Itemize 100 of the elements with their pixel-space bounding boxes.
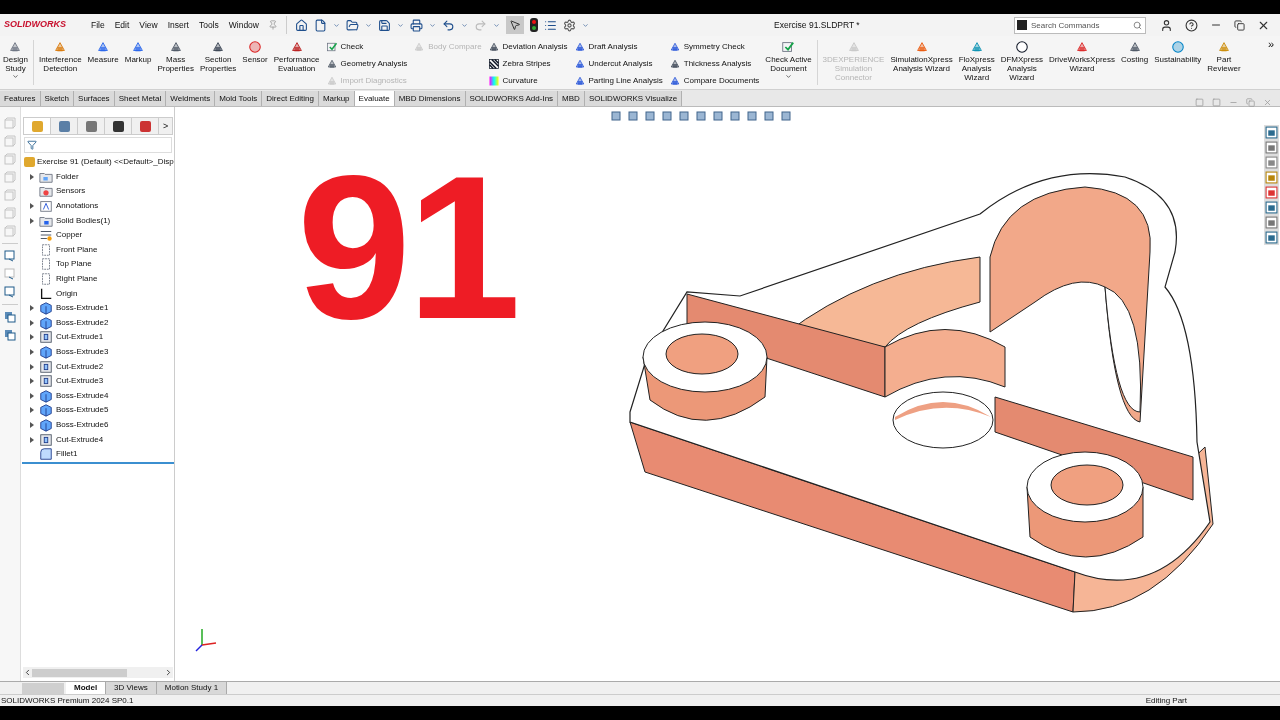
expand-arrow-icon[interactable] xyxy=(30,349,34,355)
task-pane-icon[interactable] xyxy=(1265,171,1278,184)
ribbon-command[interactable]: Compare Documents xyxy=(668,74,760,87)
list-icon[interactable] xyxy=(544,18,557,32)
ribbon-command[interactable]: Parting Line Analysis xyxy=(573,74,663,87)
ribbon-command[interactable]: Deviation Analysis xyxy=(487,40,568,53)
view-tool-icon[interactable] xyxy=(627,110,639,122)
menu-item[interactable]: Insert xyxy=(162,18,194,32)
ribbon-command[interactable]: Symmetry Check xyxy=(668,40,760,53)
tree-item[interactable]: Copper xyxy=(56,229,83,242)
menu-item[interactable]: Tools xyxy=(193,18,224,32)
select-button[interactable] xyxy=(506,16,524,34)
command-tab[interactable]: Weldments xyxy=(166,91,216,106)
tree-item[interactable]: Sensors xyxy=(56,185,86,198)
ribbon-command[interactable]: Geometry Analysis xyxy=(325,57,408,70)
command-tab[interactable]: SOLIDWORKS Visualize xyxy=(584,91,683,106)
command-tab[interactable]: Evaluate xyxy=(354,91,395,106)
model-tab[interactable]: Motion Study 1 xyxy=(156,682,228,694)
tree-item[interactable]: Front Plane xyxy=(56,243,98,256)
tree-item[interactable]: Boss-Extrude2 xyxy=(56,316,109,329)
ribbon-button[interactable]: Check Active Document xyxy=(762,40,815,80)
ribbon-command[interactable]: Undercut Analysis xyxy=(573,57,663,70)
tree-item[interactable]: Boss-Extrude1 xyxy=(56,302,109,315)
scrollbar-thumb[interactable] xyxy=(32,668,127,677)
view-tool-icon[interactable] xyxy=(712,110,724,122)
command-tab[interactable]: Features xyxy=(0,91,41,106)
ribbon-button[interactable]: Interference Detection xyxy=(35,40,85,73)
command-tab[interactable]: Surfaces xyxy=(74,91,115,106)
search-field[interactable]: Search Commands xyxy=(1014,16,1146,34)
ribbon-button[interactable]: Part Reviewer xyxy=(1204,40,1244,73)
menu-item[interactable]: File xyxy=(86,18,110,32)
traffic-light-icon[interactable] xyxy=(530,18,538,32)
tree-item[interactable]: Cut-Extrude2 xyxy=(56,360,104,373)
print-icon[interactable] xyxy=(410,18,423,32)
task-pane-icon[interactable] xyxy=(1265,156,1278,169)
command-tab[interactable]: MBD xyxy=(558,91,585,106)
tree-item[interactable]: Fillet1 xyxy=(56,448,78,461)
task-pane-icon[interactable] xyxy=(1265,201,1278,214)
open-folder-icon[interactable] xyxy=(346,18,359,32)
tree-item[interactable]: Boss-Extrude6 xyxy=(56,419,109,431)
tree-item[interactable]: Boss-Extrude5 xyxy=(56,404,109,417)
task-pane-icon[interactable] xyxy=(1265,186,1278,199)
task-pane-icon[interactable] xyxy=(1265,141,1278,154)
ribbon-command[interactable]: Thickness Analysis xyxy=(668,57,760,70)
expand-arrow-icon[interactable] xyxy=(30,436,34,443)
ribbon-button[interactable]: Sensor xyxy=(239,40,271,64)
tree-item[interactable]: Cut-Extrude1 xyxy=(56,331,104,344)
ribbon-button[interactable]: Costing xyxy=(1118,40,1152,64)
more-button[interactable]: » xyxy=(1267,40,1274,49)
caret-icon[interactable] xyxy=(461,21,468,29)
tree-item[interactable]: Exercise 91 (Default) <<Default>_Disp xyxy=(22,155,174,170)
view-tool-icon[interactable] xyxy=(644,110,656,122)
view-tool-icon[interactable] xyxy=(695,110,707,122)
help-icon[interactable] xyxy=(1185,18,1198,32)
model-tab[interactable]: Model xyxy=(66,682,107,694)
ribbon-button[interactable]: Measure xyxy=(84,40,122,64)
command-tab[interactable]: Mold Tools xyxy=(215,91,263,106)
menu-item[interactable]: Window xyxy=(223,18,264,32)
caret-icon[interactable] xyxy=(582,21,589,29)
expand-arrow-icon[interactable] xyxy=(30,407,34,414)
sketch-tool-icon[interactable] xyxy=(4,250,16,262)
filter-icon[interactable] xyxy=(27,140,37,150)
caret-icon[interactable] xyxy=(11,73,19,80)
caret-icon[interactable] xyxy=(493,21,500,29)
home-icon[interactable] xyxy=(295,18,308,32)
expand-arrow-icon[interactable] xyxy=(30,422,34,428)
view-tool-icon[interactable] xyxy=(780,110,792,122)
tree-item[interactable]: Origin xyxy=(56,287,78,300)
undo-icon[interactable] xyxy=(442,18,455,32)
command-tab[interactable]: Sheet Metal xyxy=(114,91,167,106)
ribbon-command[interactable]: Check xyxy=(325,40,408,53)
settings-icon[interactable] xyxy=(563,18,576,32)
view-tool-icon[interactable] xyxy=(610,110,622,122)
ribbon-command[interactable]: Curvature xyxy=(487,74,568,87)
caret-icon[interactable] xyxy=(429,21,436,29)
task-pane-icon[interactable] xyxy=(1265,216,1278,229)
expand-arrow-icon[interactable] xyxy=(30,363,34,370)
ribbon-command[interactable]: Draft Analysis xyxy=(573,40,663,53)
ribbon-button[interactable]: Performance Evaluation xyxy=(270,40,323,73)
sketch-tool-icon[interactable] xyxy=(4,286,16,298)
tree-item[interactable]: Cut-Extrude4 xyxy=(56,433,104,446)
tree-item[interactable]: Folder xyxy=(56,170,79,183)
ribbon-button[interactable]: DriveWorksXpress Wizard xyxy=(1045,40,1118,73)
account-icon[interactable] xyxy=(1160,18,1173,32)
ribbon-button[interactable]: FloXpress Analysis Wizard xyxy=(955,40,998,82)
view-tool-icon[interactable] xyxy=(661,110,673,122)
ribbon-command[interactable]: Zebra Stripes xyxy=(487,57,568,70)
caret-icon[interactable] xyxy=(785,73,792,80)
model-tab[interactable]: 3D Views xyxy=(106,682,157,694)
view-tool-icon[interactable] xyxy=(763,110,775,122)
layers-icon[interactable] xyxy=(4,329,16,341)
command-tab[interactable]: Direct Editing xyxy=(262,91,319,106)
ribbon-button[interactable]: Sustainability xyxy=(1151,40,1205,64)
scroll-right-icon[interactable] xyxy=(164,668,173,677)
view-tool-icon[interactable] xyxy=(678,110,690,122)
command-tab[interactable]: MBD Dimensions xyxy=(394,91,466,106)
tree-item[interactable]: Solid Bodies(1) xyxy=(56,214,111,227)
task-pane-icon[interactable] xyxy=(1265,126,1278,139)
ribbon-button[interactable]: Mass Properties xyxy=(154,40,197,73)
tree-item[interactable]: Right Plane xyxy=(56,273,98,286)
